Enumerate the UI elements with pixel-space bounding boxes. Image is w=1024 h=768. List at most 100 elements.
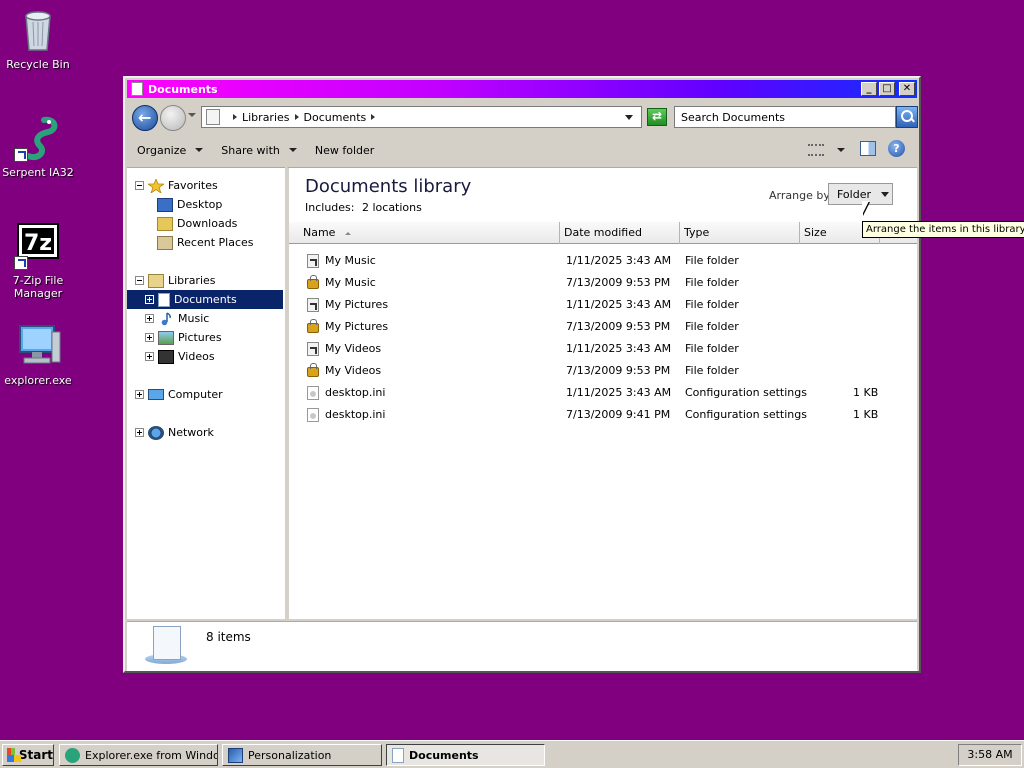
breadcrumb-chevron-icon[interactable] <box>371 114 376 120</box>
library-icon <box>206 109 220 125</box>
breadcrumb-documents[interactable]: Documents <box>304 111 367 124</box>
expand-icon[interactable] <box>145 295 154 304</box>
breadcrumb-chevron-icon[interactable] <box>233 114 237 120</box>
new-folder-button[interactable]: New folder <box>315 144 374 157</box>
downloads-folder-icon <box>157 216 173 231</box>
document-icon <box>392 747 404 763</box>
taskbar-item-documents[interactable]: Documents <box>386 744 545 766</box>
preview-pane-icon[interactable] <box>860 141 876 156</box>
desktop-icon <box>157 197 173 212</box>
includes-locations-link[interactable]: 2 locations <box>362 201 422 214</box>
star-icon <box>146 177 166 194</box>
file-type: File folder <box>685 364 739 377</box>
column-label: Type <box>684 226 710 239</box>
library-documents-icon <box>145 626 187 666</box>
title-bar[interactable]: Documents _ □ ✕ <box>127 80 917 98</box>
forward-button[interactable] <box>160 105 186 131</box>
start-label: Start <box>18 748 53 762</box>
nav-item-recent-places[interactable]: Recent Places <box>157 233 254 252</box>
collapse-icon[interactable] <box>135 181 144 190</box>
back-button[interactable] <box>132 105 158 131</box>
desktop-icon-7zip[interactable]: 7z 7-Zip File Manager <box>0 222 76 300</box>
desktop-icon-label: 7-Zip File Manager <box>12 274 64 300</box>
file-row[interactable]: My Pictures 7/13/2009 9:53 PM File folder <box>289 316 917 338</box>
change-view-icon[interactable] <box>808 144 824 156</box>
desktop-icon-serpent[interactable]: Serpent IA32 <box>0 114 76 179</box>
address-row: Libraries Documents ⇄ Search Documents <box>127 99 918 135</box>
expand-icon[interactable] <box>135 390 144 399</box>
arrange-by-dropdown[interactable]: Folder <box>828 183 893 205</box>
taskbar-item-personalization[interactable]: Personalization <box>222 744 382 766</box>
address-dropdown-icon[interactable] <box>625 115 633 120</box>
expand-icon[interactable] <box>145 333 154 342</box>
nav-item-documents[interactable]: Documents <box>127 290 283 309</box>
file-row[interactable]: My Videos 7/13/2009 9:53 PM File folder <box>289 360 917 382</box>
expand-icon[interactable] <box>145 314 154 323</box>
file-row[interactable]: My Music 7/13/2009 9:53 PM File folder <box>289 272 917 294</box>
breadcrumb-libraries[interactable]: Libraries <box>242 111 290 124</box>
shortcut-arrow-icon <box>14 256 28 270</box>
search-icon[interactable] <box>896 106 918 128</box>
system-clock: 3:58 AM <box>958 744 1022 766</box>
library-header: Documents library Includes: 2 locations <box>305 176 471 214</box>
collapse-icon[interactable] <box>135 276 144 285</box>
library-title: Documents library <box>305 176 472 197</box>
nav-item-computer[interactable]: Computer <box>135 385 223 404</box>
desktop-icon-recycle-bin[interactable]: Recycle Bin <box>0 6 76 71</box>
minimize-button[interactable]: _ <box>861 82 877 96</box>
expand-icon[interactable] <box>145 352 154 361</box>
nav-item-favorites[interactable]: Favorites <box>135 176 218 195</box>
nav-item-music[interactable]: Music <box>145 309 209 328</box>
arrange-by-label: Arrange by: <box>769 189 833 202</box>
recent-places-icon <box>157 235 173 250</box>
view-options-dropdown-icon[interactable] <box>837 148 845 152</box>
column-header-name[interactable]: Name <box>289 222 560 244</box>
start-button[interactable]: Start <box>2 744 54 766</box>
window-title: Documents <box>148 82 218 96</box>
chevron-down-icon <box>195 148 204 152</box>
nav-item-downloads[interactable]: Downloads <box>157 214 237 233</box>
taskbar-item-explorer[interactable]: Explorer.exe from Windo... <box>59 744 218 766</box>
column-header-type[interactable]: Type <box>680 222 800 244</box>
search-input[interactable]: Search Documents <box>674 106 896 128</box>
address-bar[interactable]: Libraries Documents <box>201 106 642 128</box>
nav-item-libraries[interactable]: Libraries <box>135 271 216 290</box>
nav-label: Documents <box>174 293 237 306</box>
document-icon <box>131 82 143 96</box>
file-size: 1 KB <box>853 386 879 399</box>
settings-file-icon <box>307 408 319 422</box>
recent-pages-dropdown[interactable] <box>188 113 196 117</box>
settings-file-icon <box>307 386 319 400</box>
file-row[interactable]: My Music 1/11/2025 3:43 AM File folder <box>289 250 917 272</box>
close-button[interactable]: ✕ <box>899 82 915 96</box>
desktop-icon-label: Serpent IA32 <box>2 166 74 179</box>
nav-item-videos[interactable]: Videos <box>145 347 215 366</box>
nav-item-network[interactable]: Network <box>135 423 214 442</box>
locked-folder-icon <box>307 363 319 377</box>
file-row[interactable]: desktop.ini 1/11/2025 3:43 AM Configuratio… <box>289 382 917 404</box>
file-name: My Videos <box>325 364 382 377</box>
svg-text:7z: 7z <box>24 231 52 256</box>
help-icon[interactable]: ? <box>888 140 905 157</box>
file-row[interactable]: desktop.ini 7/13/2009 9:41 PM Configuratio… <box>289 404 917 426</box>
nav-label: Network <box>168 426 214 439</box>
file-type: File folder <box>685 320 739 333</box>
file-row[interactable]: My Videos 1/11/2025 3:43 AM File folder <box>289 338 917 360</box>
file-row[interactable]: My Pictures 1/11/2025 3:43 AM File folder <box>289 294 917 316</box>
nav-label: Desktop <box>177 198 223 211</box>
share-with-button[interactable]: Share with <box>221 144 297 157</box>
expand-icon[interactable] <box>135 428 144 437</box>
shortcut-folder-icon <box>307 342 319 356</box>
file-type: Configuration settings <box>685 408 807 421</box>
nav-item-desktop[interactable]: Desktop <box>157 195 222 214</box>
nav-item-pictures[interactable]: Pictures <box>145 328 222 347</box>
nav-label: Libraries <box>168 274 216 287</box>
documents-icon <box>158 292 170 307</box>
column-header-date[interactable]: Date modified <box>560 222 680 244</box>
organize-button[interactable]: Organize <box>137 144 204 157</box>
breadcrumb-chevron-icon[interactable] <box>294 114 299 120</box>
file-date: 1/11/2025 3:43 AM <box>566 342 672 355</box>
desktop-icon-explorer[interactable]: explorer.exe <box>0 322 76 387</box>
refresh-button[interactable]: ⇄ <box>647 108 667 126</box>
maximize-button[interactable]: □ <box>879 82 895 96</box>
